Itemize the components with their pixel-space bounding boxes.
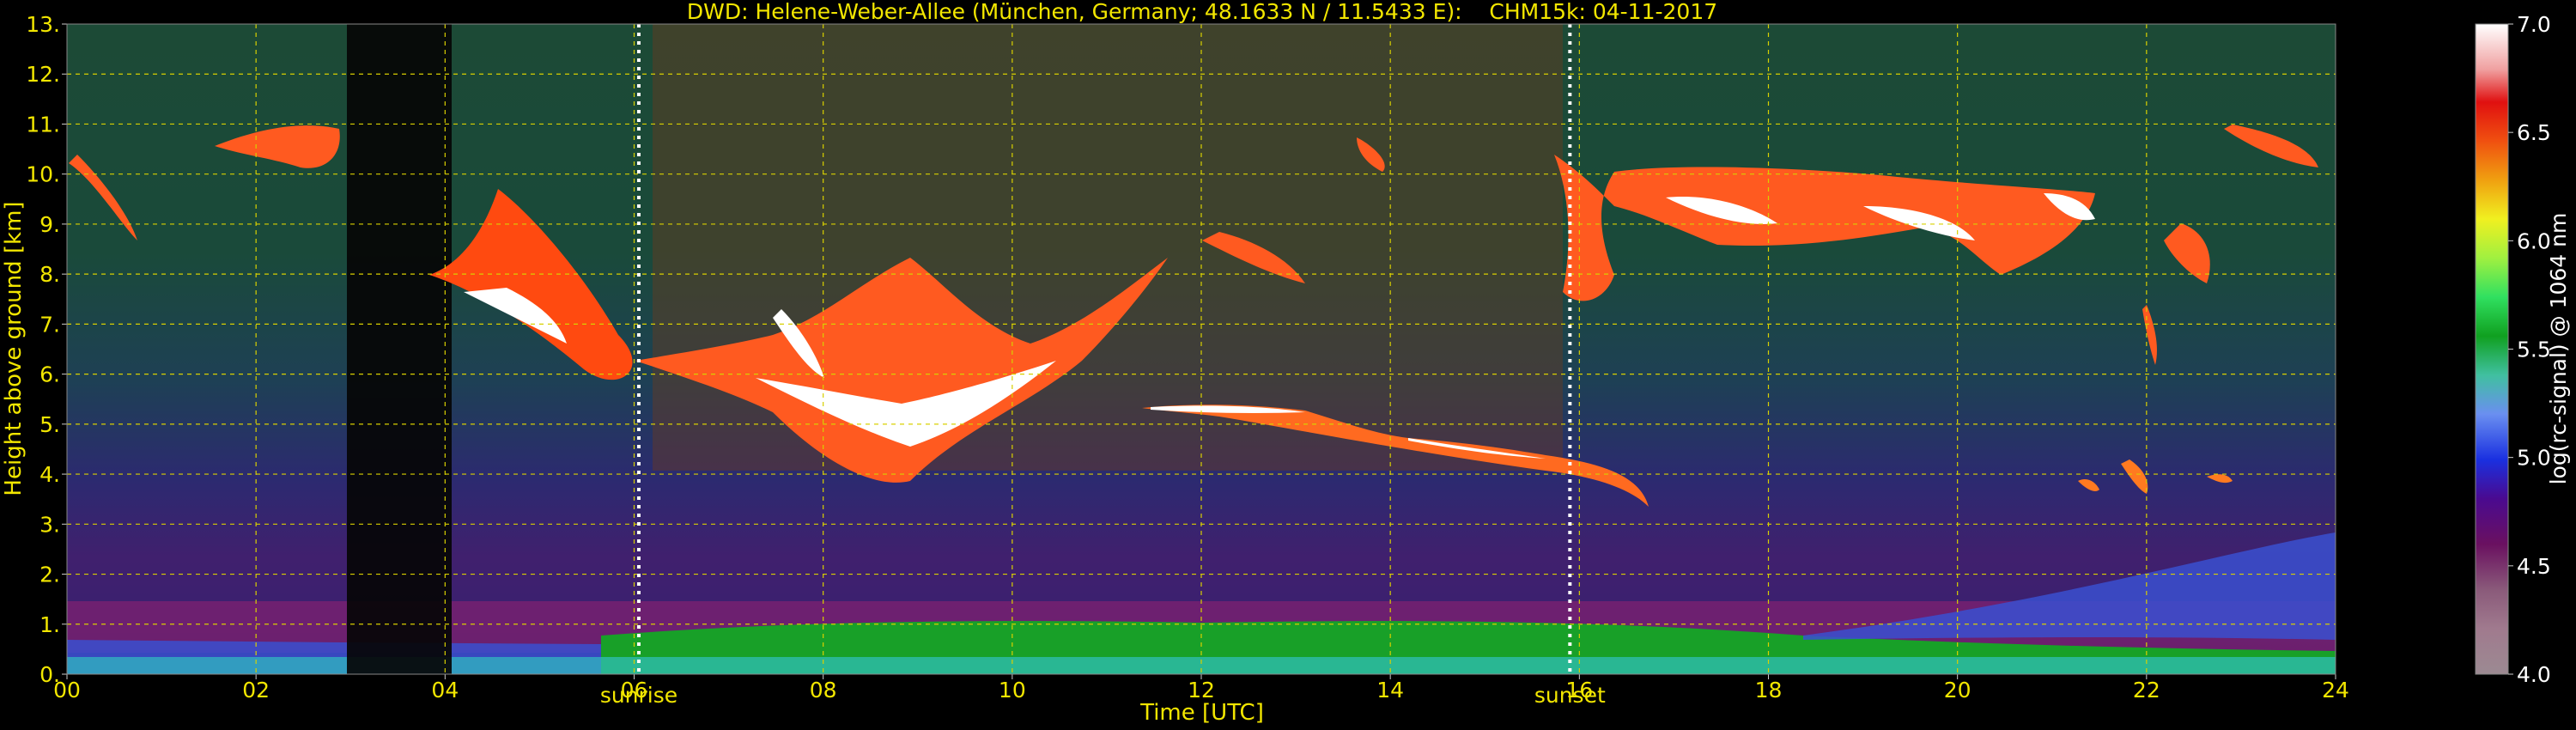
y-axis-label: Height above ground [km] [1, 201, 27, 496]
y-tick-label: 8. [39, 262, 60, 287]
colorbar-label: log(rc-signal) @ 1064 nm [2546, 213, 2571, 485]
x-tick-label: 02 [242, 678, 270, 703]
y-tick-labels: 0. 1. 2. 3. 4. 5. 6. 7. 8. 9. 10. 11. 12. 13. [26, 12, 60, 687]
sunrise-label: sunrise [600, 683, 677, 708]
x-tick-label: 18 [1755, 678, 1783, 703]
x-tick-label: 04 [431, 678, 459, 703]
y-tick-label: 2. [39, 563, 60, 587]
x-tick-labels: 00 02 04 06 08 10 12 14 16 18 20 22 24 [53, 678, 2349, 703]
colorbar-tick-label: 4.5 [2517, 554, 2551, 579]
y-tick-label: 5. [39, 412, 60, 437]
y-tick-label: 10. [26, 162, 60, 187]
y-tick-label: 12. [26, 62, 60, 87]
chart-title: DWD: Helene-Weber-Allee (München, German… [687, 0, 1717, 24]
x-tick-label: 10 [999, 678, 1026, 703]
x-axis-label: Time [UTC] [1139, 700, 1264, 726]
y-tick-label: 6. [39, 362, 60, 387]
x-tick-label: 08 [810, 678, 837, 703]
sun-marker-labels: sunrise sunset [600, 683, 1606, 708]
colorbar-tick-labels: 4.04.55.05.56.06.57.0 [2508, 12, 2551, 687]
colorbar-tick-label: 7.0 [2517, 12, 2551, 37]
y-tick-label: 3. [39, 512, 60, 537]
x-tick-label: 12 [1188, 678, 1215, 703]
colorbar [2475, 23, 2509, 675]
x-tick-label: 20 [1944, 678, 1971, 703]
x-tick-label: 24 [2322, 678, 2349, 703]
y-tick-label: 11. [26, 112, 60, 137]
ceilometer-chart: 00 02 04 06 08 10 12 14 16 18 20 22 24 0.1.2.3.4.5.6… [1, 0, 2571, 726]
y-tick-label: 0. [39, 662, 60, 687]
y-tick-label: 1. [39, 612, 60, 637]
sunset-label: sunset [1534, 683, 1606, 708]
y-tick-label: 7. [39, 312, 60, 337]
colorbar-tick-label: 4.0 [2517, 662, 2551, 687]
y-tick-label: 4. [39, 462, 60, 487]
x-tick-label: 14 [1376, 678, 1404, 703]
y-tick-label: 9. [39, 212, 60, 237]
data-gap [347, 24, 452, 674]
x-tick-label: 22 [2133, 678, 2160, 703]
y-tick-label: 13. [26, 12, 60, 37]
colorbar-tick-label: 6.5 [2517, 120, 2551, 145]
